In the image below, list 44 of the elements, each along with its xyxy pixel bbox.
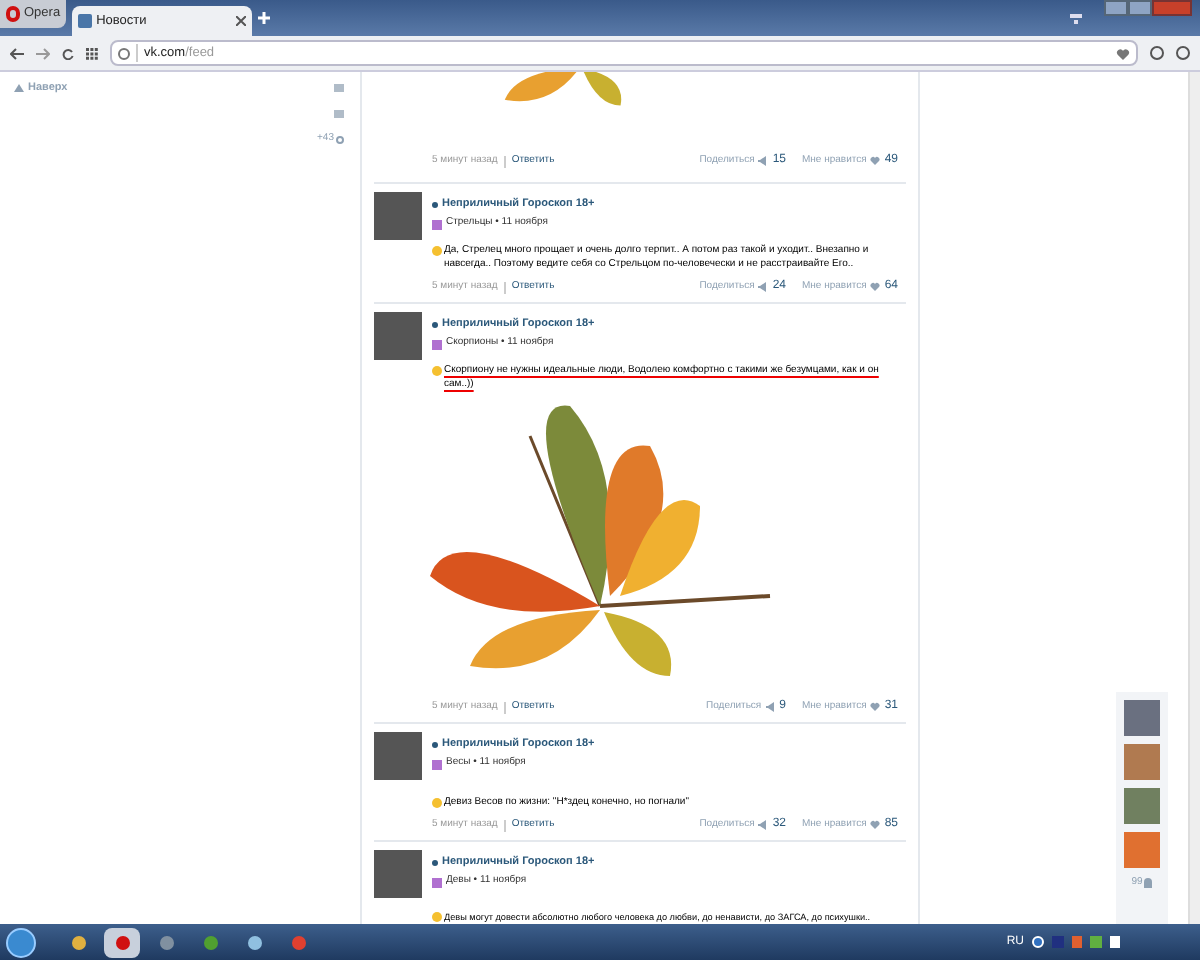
- grid-icon[interactable]: [86, 47, 98, 59]
- heart-icon: [870, 702, 881, 712]
- emoji-icon: [432, 246, 442, 256]
- maximize-button[interactable]: [1128, 0, 1152, 16]
- globe-icon: [118, 47, 130, 59]
- download-tray-icon: [1070, 12, 1082, 24]
- zodiac-icon: [432, 219, 442, 229]
- mail-icon[interactable]: [334, 84, 344, 93]
- emoji-icon: [432, 366, 442, 376]
- megaphone-icon: [758, 820, 769, 830]
- taskbar-app-icon[interactable]: [104, 927, 140, 957]
- megaphone-icon: [758, 282, 769, 292]
- gear-icon[interactable]: [336, 136, 344, 144]
- avatar-photo: [374, 192, 422, 240]
- person-icon: [1144, 878, 1153, 889]
- minimize-button[interactable]: [1104, 0, 1128, 16]
- heart-icon: [870, 156, 881, 166]
- zodiac-icon: [432, 339, 442, 349]
- avatar-photo: [374, 850, 422, 898]
- up-arrow-icon: [14, 84, 24, 93]
- help-icon[interactable]: [1032, 936, 1044, 948]
- opera-logo-icon: [6, 6, 20, 22]
- back-icon[interactable]: [10, 47, 24, 59]
- vk-icon: [78, 14, 93, 28]
- download-icon[interactable]: [1150, 46, 1164, 60]
- heart-icon: [870, 282, 881, 292]
- emoji-icon: [432, 912, 442, 922]
- forward-icon[interactable]: [36, 47, 50, 59]
- close-window-button[interactable]: [1152, 0, 1192, 16]
- start-button[interactable]: [6, 927, 36, 957]
- avatar-photo: [374, 732, 422, 780]
- avatar-photo: [374, 312, 422, 360]
- megaphone-icon: [758, 156, 769, 166]
- comment-icon[interactable]: [334, 110, 344, 119]
- zodiac-icon: [432, 759, 442, 769]
- zodiac-icon: [432, 877, 442, 887]
- emoji-icon: [432, 798, 442, 808]
- heart-icon[interactable]: [1116, 47, 1130, 59]
- megaphone-icon: [765, 702, 776, 712]
- reload-icon[interactable]: [62, 47, 74, 59]
- close-icon[interactable]: [236, 16, 247, 26]
- account-icon[interactable]: [1176, 46, 1190, 60]
- heart-icon: [870, 820, 881, 830]
- new-tab-icon[interactable]: [258, 12, 271, 24]
